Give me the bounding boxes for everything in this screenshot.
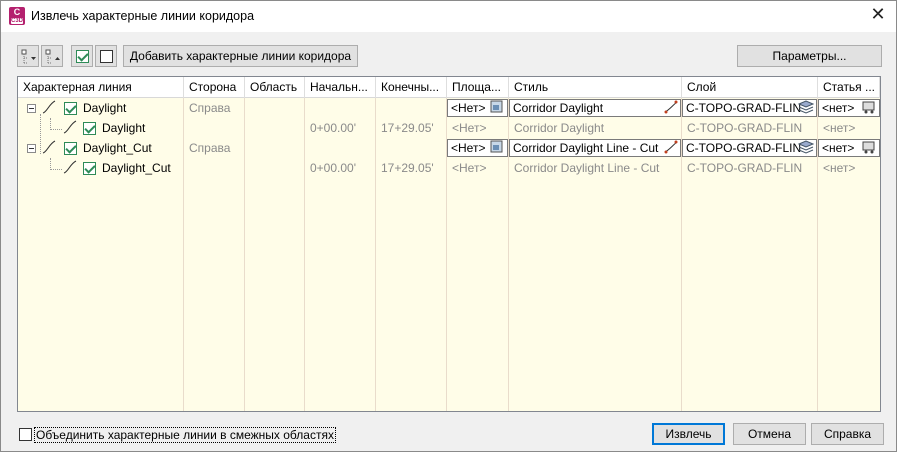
col-header-featureline[interactable]: Характерная линия bbox=[18, 77, 184, 98]
col-header-end[interactable]: Конечны... bbox=[376, 77, 447, 98]
style-picker-icon[interactable] bbox=[663, 100, 679, 114]
site-picker-icon[interactable] bbox=[490, 100, 506, 114]
site-cell: <Нет> bbox=[452, 161, 487, 175]
close-icon[interactable]: ✕ bbox=[866, 5, 890, 27]
featurelines-grid: Характерная линия Сторона Область Началь… bbox=[17, 76, 881, 412]
layer-cell: C-TOPO-GRAD-FLIN bbox=[687, 121, 803, 135]
check-all-icon bbox=[76, 50, 89, 63]
window-title: Извлечь характерные линии коридора bbox=[31, 9, 255, 23]
side-cell: Справа bbox=[189, 141, 231, 155]
layer-field[interactable]: C-TOPO-GRAD-FLIN bbox=[682, 99, 817, 117]
extract-button[interactable]: Извлечь bbox=[652, 423, 725, 445]
style-cell: Corridor Daylight bbox=[514, 121, 605, 135]
layer-picker-icon[interactable] bbox=[798, 100, 814, 114]
col-header-layer[interactable]: Слой bbox=[682, 77, 818, 98]
collapse-tree-icon bbox=[45, 49, 60, 64]
site-picker-icon[interactable] bbox=[490, 140, 506, 154]
title-bar: C C3D Извлечь характерные линии коридора … bbox=[1, 1, 896, 32]
pay-item-icon[interactable] bbox=[861, 140, 877, 154]
featureline-icon bbox=[63, 120, 77, 134]
featureline-checkbox[interactable] bbox=[64, 102, 77, 115]
merge-adjacent-label[interactable]: Объединить характерные линии в смежных о… bbox=[34, 427, 336, 443]
pay-item-cell: <нет> bbox=[823, 121, 856, 135]
style-cell: Corridor Daylight Line - Cut bbox=[514, 161, 660, 175]
table-row[interactable]: Daylight_Cut Справа <Нет> Corridor Dayli… bbox=[18, 138, 880, 158]
uncheck-all-icon bbox=[100, 50, 113, 63]
col-header-pay-item[interactable]: Статья ... bbox=[818, 77, 880, 98]
start-station-cell: 0+00.00' bbox=[310, 161, 357, 175]
style-field[interactable]: Corridor Daylight Line - Cut bbox=[509, 139, 681, 157]
col-header-region[interactable]: Область bbox=[245, 77, 305, 98]
table-row[interactable]: Daylight 0+00.00' 17+29.05' <Нет> Corrid… bbox=[18, 118, 880, 138]
featureline-icon bbox=[42, 100, 56, 114]
featureline-icon bbox=[63, 160, 77, 174]
table-row[interactable]: Daylight_Cut 0+00.00' 17+29.05' <Нет> Co… bbox=[18, 158, 880, 178]
cancel-button[interactable]: Отмена bbox=[733, 423, 806, 445]
help-button[interactable]: Справка bbox=[811, 423, 884, 445]
merge-adjacent-checkbox[interactable] bbox=[19, 428, 32, 441]
extract-featurelines-dialog: C C3D Извлечь характерные линии коридора … bbox=[0, 0, 897, 452]
collapse-node-icon[interactable] bbox=[27, 104, 36, 113]
add-featurelines-button[interactable]: Добавить характерные линии коридора bbox=[123, 45, 358, 67]
featureline-name: Daylight_Cut bbox=[83, 141, 152, 155]
start-station-cell: 0+00.00' bbox=[310, 121, 357, 135]
table-row[interactable]: Daylight Справа <Нет> Corridor Daylight … bbox=[18, 98, 880, 118]
check-all-button[interactable] bbox=[71, 45, 93, 67]
uncheck-all-button[interactable] bbox=[95, 45, 117, 67]
site-cell: <Нет> bbox=[452, 121, 487, 135]
app-icon: C C3D bbox=[9, 7, 25, 25]
end-station-cell: 17+29.05' bbox=[381, 121, 434, 135]
pay-item-cell: <нет> bbox=[823, 161, 856, 175]
featureline-icon bbox=[42, 140, 56, 154]
featureline-checkbox[interactable] bbox=[83, 162, 96, 175]
collapse-node-icon[interactable] bbox=[27, 144, 36, 153]
style-picker-icon[interactable] bbox=[663, 140, 679, 154]
parameters-button[interactable]: Параметры... bbox=[737, 45, 882, 67]
featureline-checkbox[interactable] bbox=[83, 122, 96, 135]
pay-item-icon[interactable] bbox=[861, 100, 877, 114]
featureline-name: Daylight bbox=[102, 121, 146, 135]
featureline-checkbox[interactable] bbox=[64, 142, 77, 155]
side-cell: Справа bbox=[189, 101, 231, 115]
layer-cell: C-TOPO-GRAD-FLIN bbox=[687, 161, 803, 175]
expand-tree-icon bbox=[21, 49, 36, 64]
col-header-start[interactable]: Начальн... bbox=[305, 77, 376, 98]
featureline-name: Daylight_Cut bbox=[102, 161, 171, 175]
layer-picker-icon[interactable] bbox=[798, 140, 814, 154]
style-field[interactable]: Corridor Daylight bbox=[509, 99, 681, 117]
end-station-cell: 17+29.05' bbox=[381, 161, 434, 175]
grid-header: Характерная линия Сторона Область Началь… bbox=[18, 77, 880, 98]
expand-tree-button[interactable] bbox=[17, 45, 39, 67]
col-header-style[interactable]: Стиль bbox=[509, 77, 682, 98]
layer-field[interactable]: C-TOPO-GRAD-FLIN bbox=[682, 139, 817, 157]
col-header-side[interactable]: Сторона bbox=[184, 77, 245, 98]
featureline-name: Daylight bbox=[83, 101, 127, 115]
col-header-site[interactable]: Площа... bbox=[447, 77, 509, 98]
collapse-tree-button[interactable] bbox=[41, 45, 63, 67]
